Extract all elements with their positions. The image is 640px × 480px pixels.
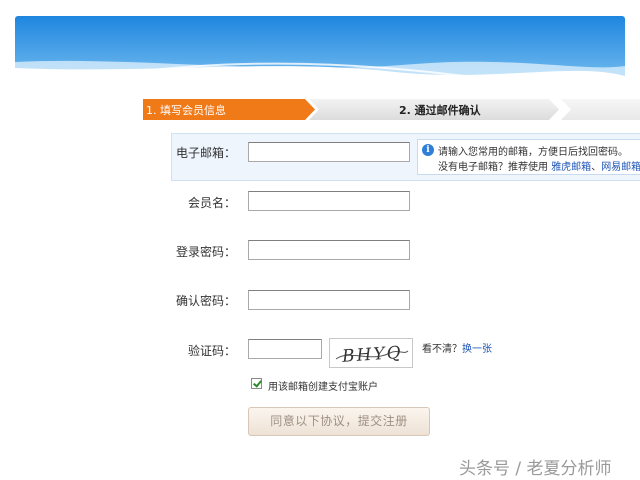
- email-label: 电子邮箱：: [175, 146, 236, 160]
- email-recommend-line: 没有电子邮箱？推荐使用 雅虎邮箱、网易邮箱: [438, 158, 640, 173]
- member-name-label: 会员名：: [187, 196, 236, 210]
- netease-mail-link[interactable]: 网易邮箱: [601, 162, 640, 173]
- info-icon: i: [422, 144, 434, 156]
- captcha-refresh-link[interactable]: 换一张: [462, 344, 492, 355]
- step-2-label: 2. 通过邮件确认: [399, 104, 481, 117]
- captcha-image[interactable]: BHYQ: [329, 338, 413, 368]
- step-1-label: 1. 填写会员信息: [146, 104, 226, 117]
- member-name-input[interactable]: [248, 191, 410, 211]
- email-input[interactable]: [248, 142, 410, 162]
- captcha-text: BHYQ: [341, 343, 404, 367]
- yahoo-mail-link[interactable]: 雅虎邮箱: [551, 162, 591, 173]
- link-separator: 、: [591, 162, 602, 173]
- alipay-checkbox-label[interactable]: 用该邮箱创建支付宝账户: [268, 378, 378, 393]
- captcha-input[interactable]: [248, 339, 322, 359]
- captcha-refresh: 看不清？换一张: [422, 340, 492, 355]
- login-password-input[interactable]: [248, 240, 410, 260]
- captcha-refresh-prefix: 看不清？: [422, 344, 462, 355]
- watermark-text: 头条号 / 老夏分析师: [459, 459, 612, 479]
- confirm-password-input[interactable]: [248, 290, 410, 310]
- email-tip-box: i 请输入您常用的邮箱，方便日后找回密码。 没有电子邮箱？推荐使用 雅虎邮箱、网…: [417, 139, 640, 175]
- login-password-label: 登录密码：: [175, 245, 236, 259]
- submit-button[interactable]: 同意以下协议，提交注册: [248, 407, 430, 436]
- registration-steps: 2. 通过邮件确认 1. 填写会员信息: [143, 99, 640, 120]
- email-tip-text: 请输入您常用的邮箱，方便日后找回密码。: [438, 147, 628, 158]
- header-banner: [15, 16, 625, 100]
- confirm-password-label: 确认密码：: [175, 294, 236, 308]
- captcha-label: 验证码：: [187, 344, 236, 358]
- email-recommend-text: 没有电子邮箱？推荐使用: [438, 162, 548, 173]
- banner-wave-graphic: [15, 16, 625, 100]
- alipay-checkbox[interactable]: [251, 378, 262, 389]
- step-3-tab: [561, 99, 640, 120]
- step-1-tab-active: 1. 填写会员信息: [143, 99, 315, 120]
